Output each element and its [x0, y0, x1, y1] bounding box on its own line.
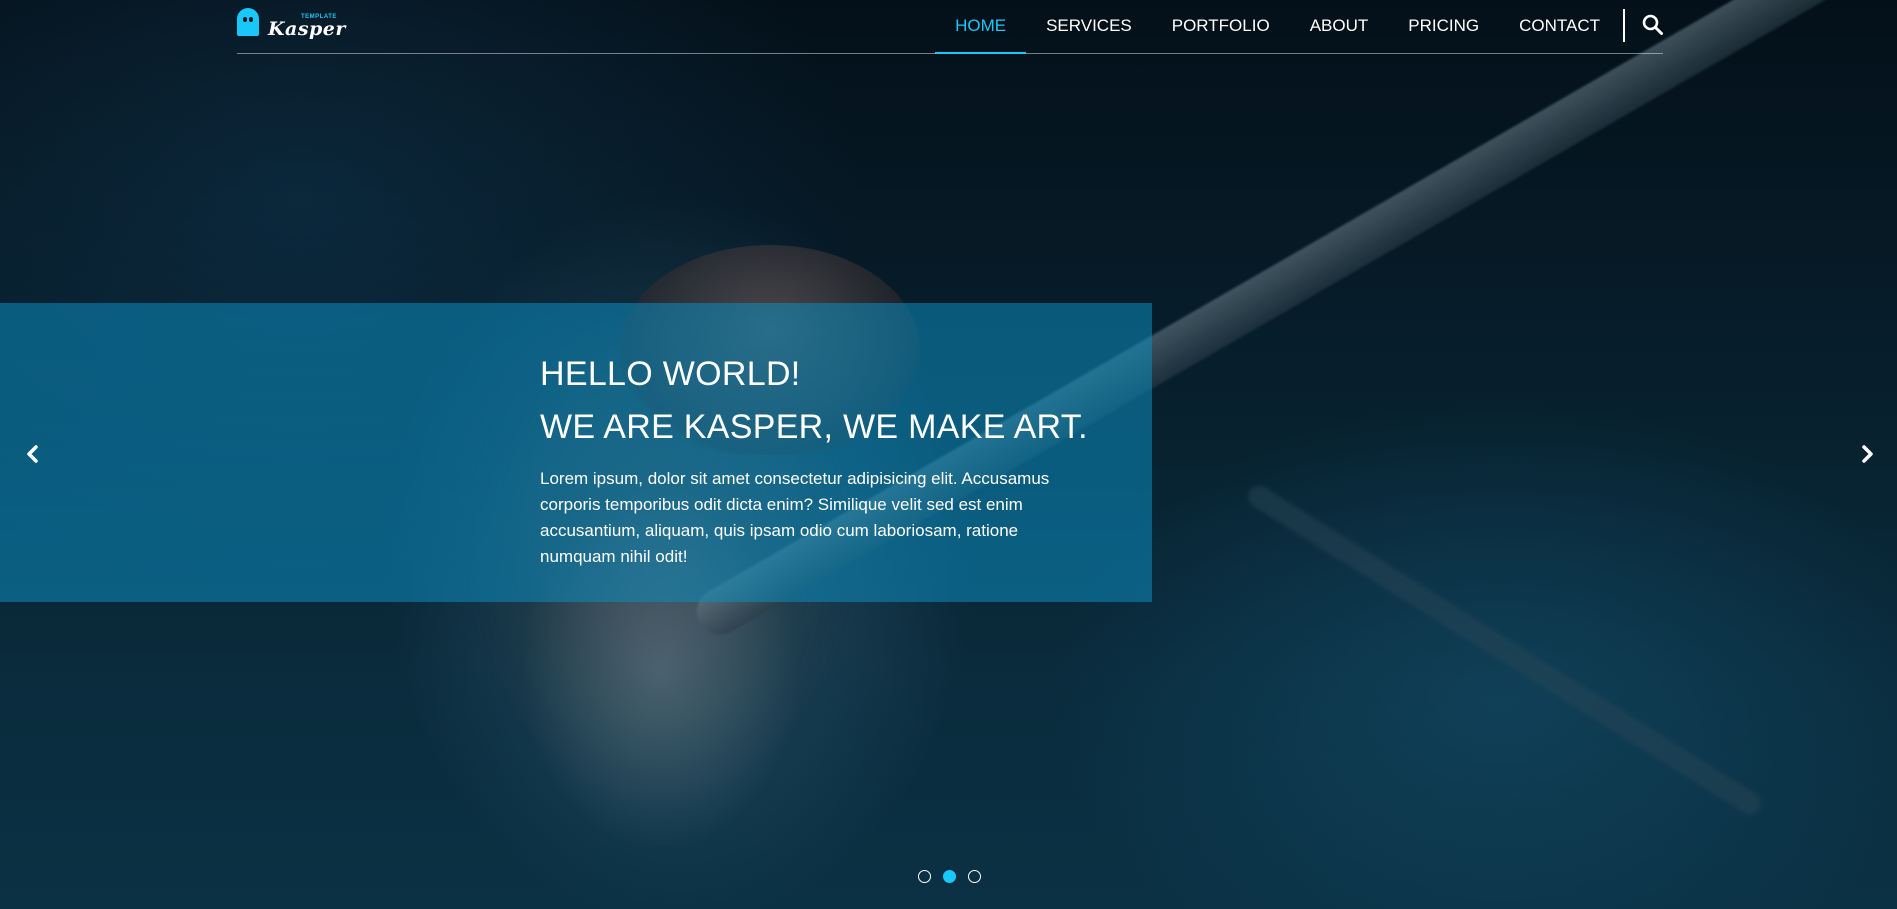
- slider-dot[interactable]: [968, 870, 981, 883]
- main-nav: HOME SERVICES PORTFOLIO ABOUT PRICING CO…: [935, 0, 1663, 54]
- nav-home[interactable]: HOME: [935, 0, 1027, 54]
- nav-pricing[interactable]: PRICING: [1388, 0, 1499, 54]
- nav-contact[interactable]: CONTACT: [1499, 0, 1620, 54]
- slide-heading-line1: HELLO WORLD!: [540, 355, 801, 393]
- slide-caption: HELLO WORLD! WE ARE KASPER, WE MAKE ART.…: [540, 348, 1088, 570]
- slide-description: Lorem ipsum, dolor sit amet consectetur …: [540, 469, 1050, 566]
- branch-image-secondary: [1244, 481, 1765, 819]
- slide-heading-line2: WE ARE KASPER, WE MAKE ART.: [540, 408, 1088, 446]
- logo-text: Kasper: [268, 18, 346, 40]
- search-button[interactable]: [1633, 0, 1663, 54]
- search-icon: [1642, 14, 1663, 35]
- nav-about[interactable]: ABOUT: [1290, 0, 1389, 54]
- slide-caption-panel: HELLO WORLD! WE ARE KASPER, WE MAKE ART.…: [0, 303, 1152, 602]
- slider-dots: [918, 870, 981, 883]
- slider-dot-active[interactable]: [943, 870, 956, 883]
- ghost-icon: [237, 8, 259, 36]
- chevron-left-icon: [27, 445, 38, 463]
- slider-prev-button[interactable]: [19, 440, 47, 468]
- logo[interactable]: TEMPLATE Kasper: [237, 8, 345, 40]
- chevron-right-icon: [1862, 445, 1873, 463]
- nav-services[interactable]: SERVICES: [1026, 0, 1152, 54]
- nav-portfolio[interactable]: PORTFOLIO: [1152, 0, 1290, 54]
- nav-divider: [1623, 9, 1625, 42]
- site-header: TEMPLATE Kasper HOME SERVICES PORTFOLIO …: [237, 0, 1663, 54]
- slider-dot[interactable]: [918, 870, 931, 883]
- slider-next-button[interactable]: [1853, 440, 1881, 468]
